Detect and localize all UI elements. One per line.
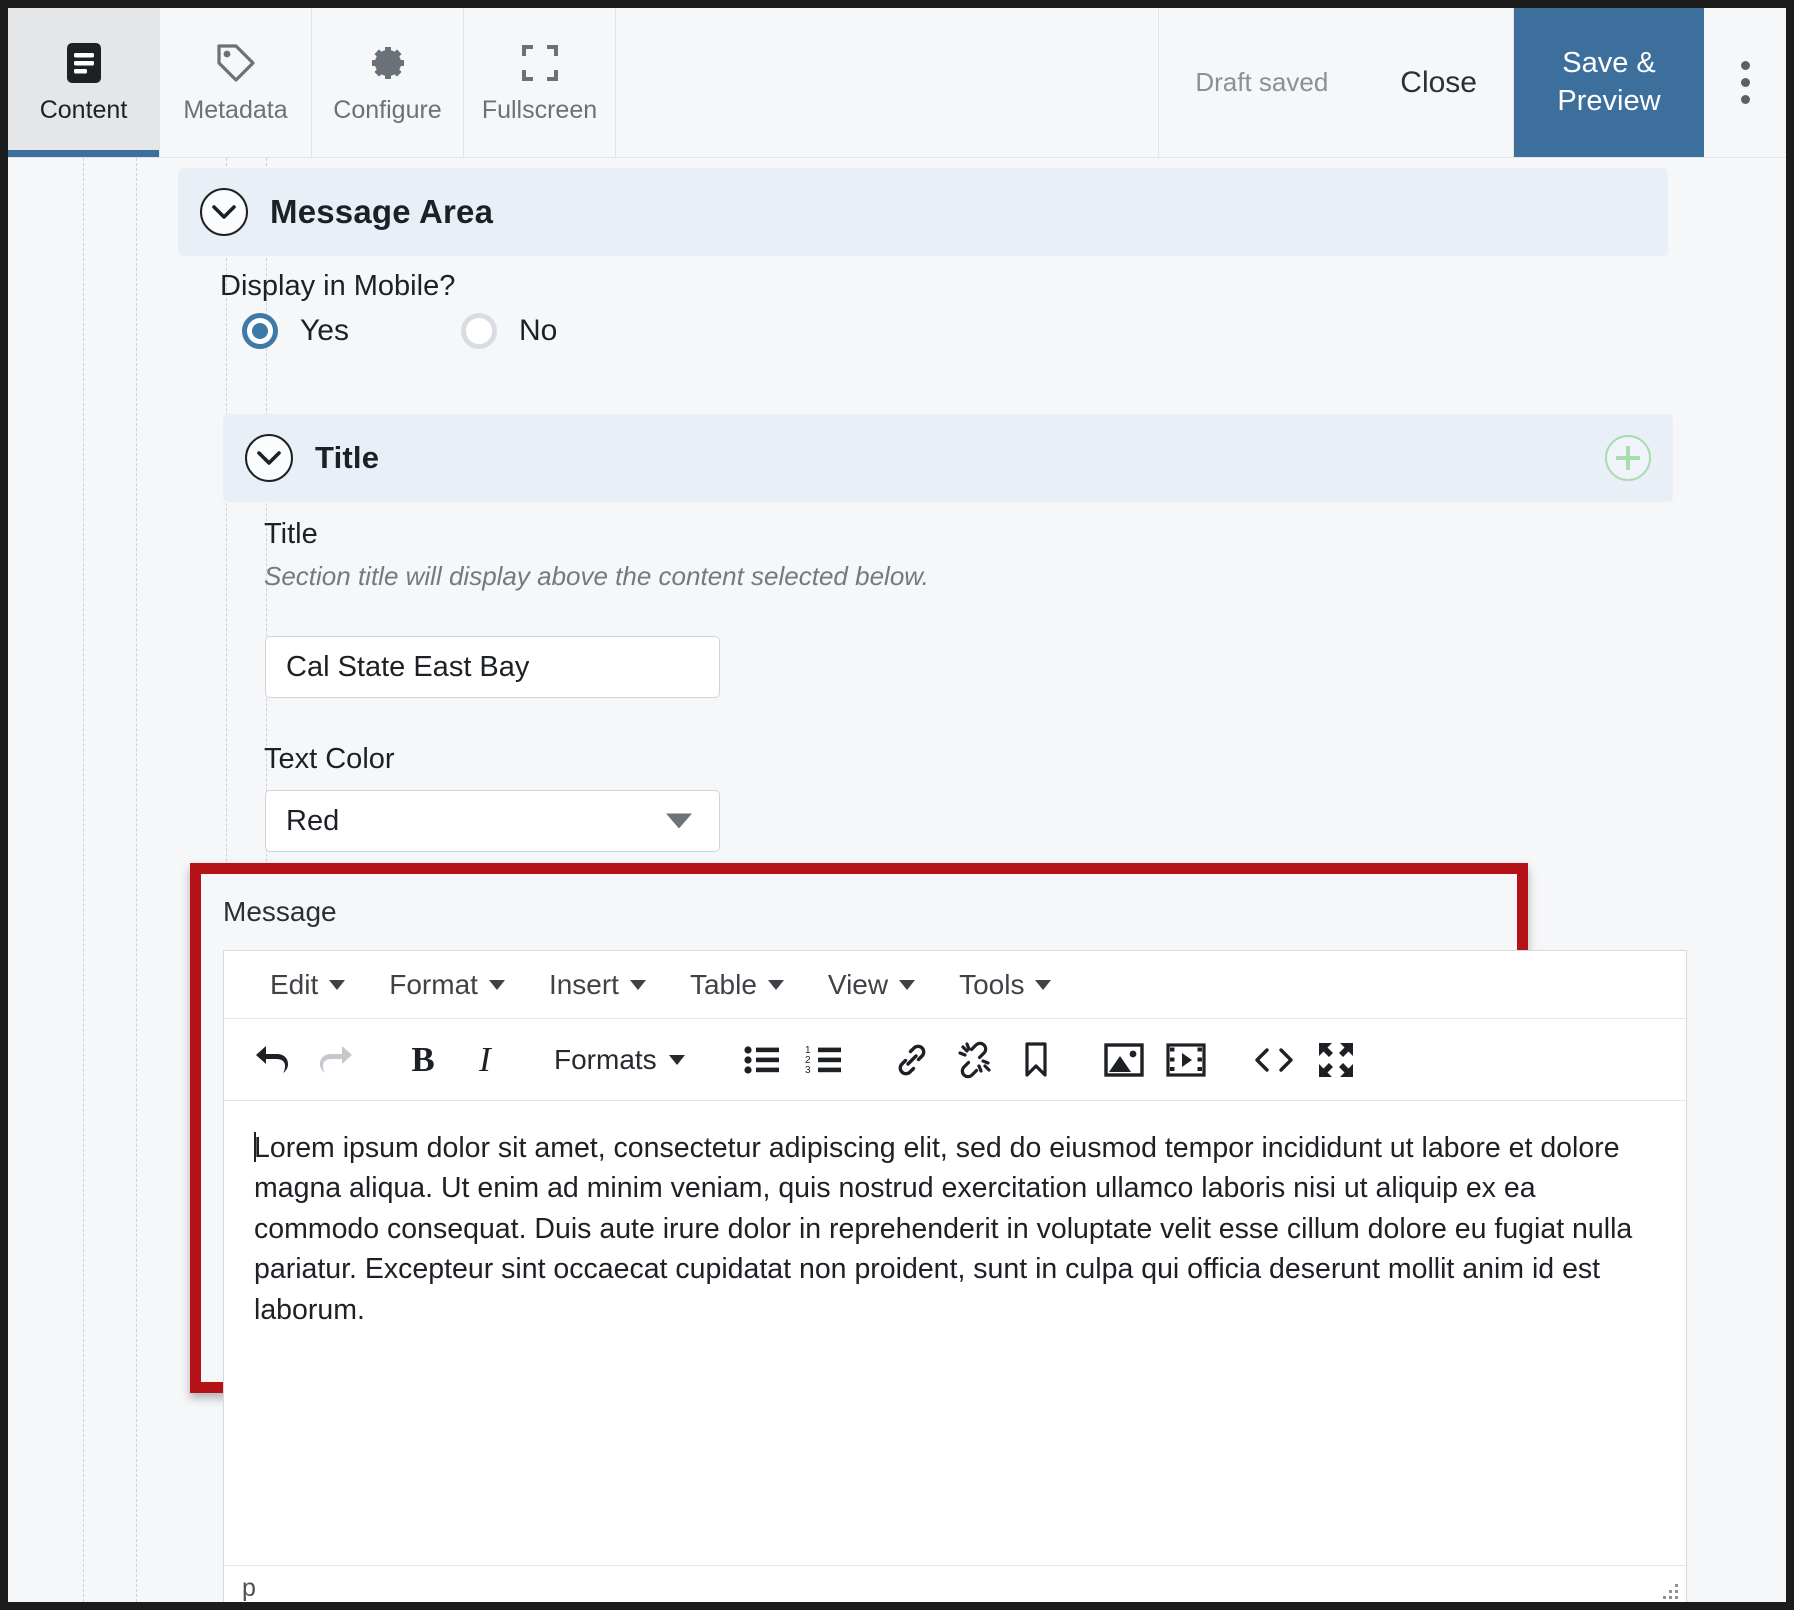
display-in-mobile-label: Display in Mobile?	[220, 270, 456, 302]
rich-text-editor: Edit Format Insert Table View Tools B I …	[223, 950, 1687, 1602]
kebab-dot	[1740, 61, 1750, 70]
editor-window: Content Metadata Configure Fullscreen Dr…	[0, 0, 1794, 1610]
radio-input-no[interactable]	[460, 313, 497, 349]
anchor-icon[interactable]	[1005, 1029, 1067, 1091]
tab-metadata-label: Metadata	[183, 96, 288, 124]
section-header-message-area[interactable]: Message Area	[178, 168, 1668, 256]
text-color-value: Red	[286, 804, 340, 837]
form-body: Message Area Display in Mobile? Yes No T…	[8, 158, 1786, 1602]
menu-format[interactable]: Format	[367, 969, 527, 1001]
gear-icon	[366, 40, 410, 86]
radio-input-yes[interactable]	[242, 313, 278, 349]
chevron-down-icon	[1035, 979, 1052, 990]
tab-configure[interactable]: Configure	[312, 8, 464, 157]
section-header-title[interactable]: Title	[223, 414, 1673, 502]
source-code-icon[interactable]	[1243, 1029, 1305, 1091]
tab-fullscreen[interactable]: Fullscreen	[464, 8, 616, 157]
title-field-hint: Section title will display above the con…	[264, 561, 929, 591]
numbered-list-icon[interactable]: 1 2 3	[793, 1029, 855, 1091]
tab-content-label: Content	[39, 96, 128, 124]
top-toolbar: Content Metadata Configure Fullscreen Dr…	[8, 8, 1786, 158]
display-in-mobile-radio-group[interactable]: Yes No	[220, 313, 557, 349]
radio-option-no[interactable]: No	[439, 313, 557, 349]
kebab-dot	[1740, 95, 1750, 104]
kebab-dot	[1740, 78, 1750, 87]
fullscreen-icon	[519, 40, 561, 86]
resize-grip-icon[interactable]	[1656, 1583, 1678, 1602]
message-editor-highlight: Message Edit Format Insert Table View To…	[190, 863, 1687, 1602]
tab-metadata[interactable]: Metadata	[160, 8, 312, 157]
undo-icon[interactable]	[242, 1029, 304, 1091]
message-field-label: Message	[223, 896, 337, 927]
redo-icon	[304, 1029, 366, 1091]
section-title-message-area: Message Area	[270, 193, 494, 230]
italic-icon[interactable]: I	[454, 1029, 516, 1091]
save-and-preview-button[interactable]: Save & Preview	[1514, 8, 1704, 157]
chevron-down-icon[interactable]	[200, 188, 248, 236]
tab-fullscreen-label: Fullscreen	[481, 96, 598, 124]
document-icon	[64, 40, 104, 86]
toolbar-spacer	[616, 8, 1160, 157]
draft-status: Draft saved	[1195, 67, 1329, 97]
editor-content-area[interactable]: Lorem ipsum dolor sit amet, consectetur …	[224, 1102, 1686, 1565]
radio-option-yes[interactable]: Yes	[220, 313, 349, 349]
formats-label: Formats	[554, 1043, 657, 1075]
unlink-icon[interactable]	[943, 1029, 1005, 1091]
menu-table[interactable]: Table	[668, 969, 806, 1001]
image-icon[interactable]	[1093, 1029, 1155, 1091]
editor-toolbar: B I Formats 1 2 3	[224, 1019, 1686, 1101]
radio-label-no: No	[518, 314, 558, 347]
tag-icon	[214, 40, 258, 86]
chevron-down-icon[interactable]	[245, 434, 293, 482]
fullscreen-icon[interactable]	[1305, 1029, 1367, 1091]
plus-circle-icon[interactable]	[1605, 435, 1651, 481]
editor-paragraph[interactable]: Lorem ipsum dolor sit amet, consectetur …	[254, 1128, 1656, 1330]
menu-insert[interactable]: Insert	[527, 969, 668, 1001]
chevron-down-icon	[767, 979, 784, 990]
radio-label-yes: Yes	[300, 314, 349, 347]
element-path: p	[242, 1574, 256, 1602]
text-color-select[interactable]: Red	[265, 790, 720, 852]
text-color-label: Text Color	[264, 743, 395, 775]
section-title-title: Title	[315, 440, 380, 475]
link-icon[interactable]	[881, 1029, 943, 1091]
tab-content[interactable]: Content	[8, 8, 160, 157]
formats-dropdown[interactable]: Formats	[534, 1044, 705, 1076]
editor-menubar: Edit Format Insert Table View Tools	[224, 951, 1686, 1019]
tab-configure-label: Configure	[333, 96, 442, 124]
menu-view[interactable]: View	[806, 969, 937, 1001]
editor-statusbar: p	[224, 1565, 1686, 1602]
chevron-down-icon	[668, 1054, 685, 1065]
close-button[interactable]: Close	[1364, 66, 1513, 100]
title-input[interactable]	[265, 636, 720, 698]
chevron-down-icon	[899, 979, 916, 990]
toolbar-actions: Draft saved Close	[1159, 8, 1514, 157]
kebab-menu-icon[interactable]	[1704, 8, 1786, 157]
chevron-down-icon	[629, 979, 646, 990]
title-field-label: Title	[264, 518, 318, 550]
chevron-down-icon	[329, 979, 346, 990]
layout-guide	[83, 158, 84, 1602]
bullet-list-icon[interactable]	[731, 1029, 793, 1091]
chevron-down-icon	[666, 813, 692, 829]
menu-tools[interactable]: Tools	[937, 969, 1073, 1001]
layout-guide	[136, 158, 137, 1602]
bold-icon[interactable]: B	[392, 1029, 454, 1091]
menu-edit[interactable]: Edit	[248, 969, 367, 1001]
svg-text:3: 3	[805, 1065, 811, 1076]
chevron-down-icon	[488, 979, 505, 990]
media-icon[interactable]	[1155, 1029, 1217, 1091]
